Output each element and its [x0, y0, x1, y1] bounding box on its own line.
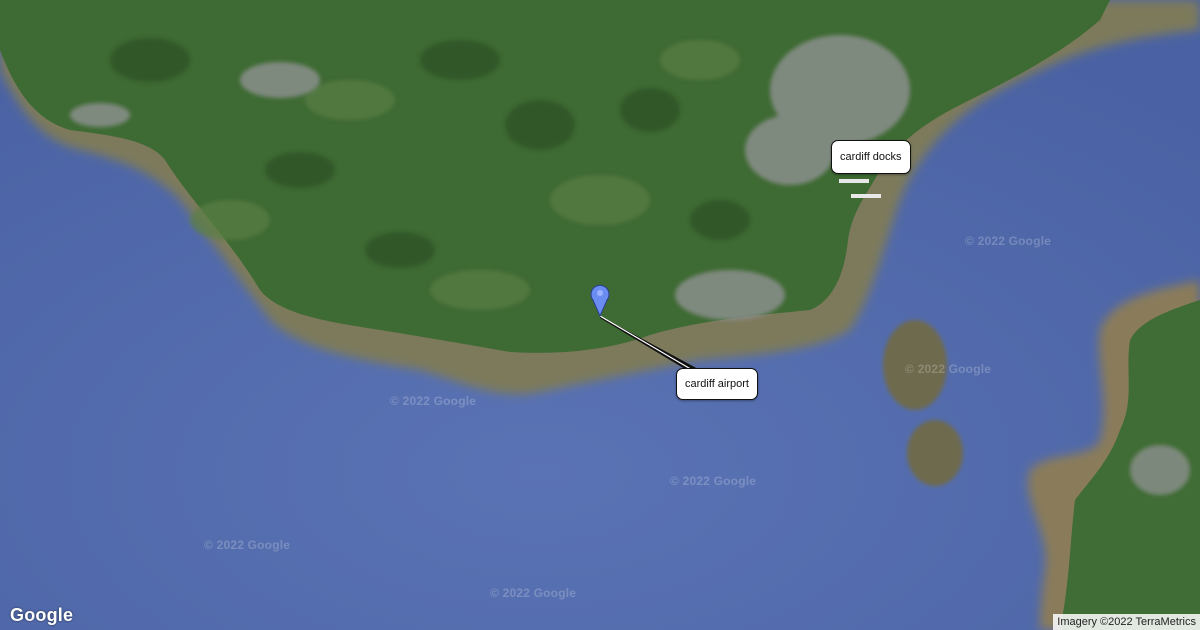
imagery-attribution[interactable]: Imagery ©2022 TerraMetrics [1053, 614, 1200, 630]
cardiff-docks-label[interactable]: cardiff docks [831, 140, 911, 174]
urban-england [1130, 445, 1190, 495]
island-steep-holm [907, 420, 963, 486]
watermark: © 2022 Google [390, 394, 477, 408]
docks-marker-icon [839, 179, 881, 198]
watermark: © 2022 Google [965, 234, 1052, 248]
satellite-imagery [0, 0, 1200, 630]
cardiff-airport-label[interactable]: cardiff airport [676, 368, 758, 400]
google-logo: Google [10, 605, 74, 625]
watermark: © 2022 Google [490, 586, 577, 600]
map-view[interactable]: © 2022 Google © 2022 Google © 2022 Googl… [0, 0, 1200, 630]
watermark: © 2022 Google [905, 362, 992, 376]
watermark: © 2022 Google [670, 474, 757, 488]
watermark: © 2022 Google [204, 538, 291, 552]
